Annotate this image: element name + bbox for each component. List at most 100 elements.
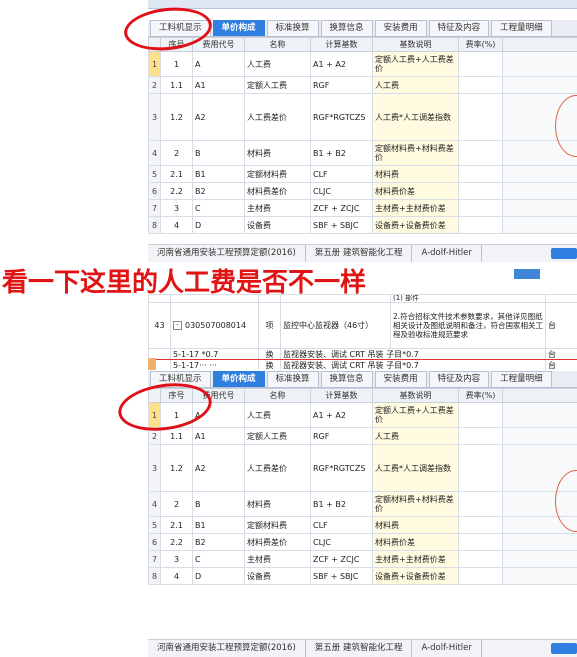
header-base[interactable]: 计算基数 [310, 37, 373, 52]
status-quota-lib[interactable]: 河南省通用安装工程预算定额(2016) [148, 640, 306, 657]
row-base[interactable]: CLJC [310, 533, 373, 551]
header-base[interactable]: 计算基数 [310, 388, 373, 403]
table-row[interactable]: 3 1.2 A2 人工费差价 RGF*RGTCZS 人工费*人工调差指数 [148, 93, 577, 141]
row-rate[interactable] [458, 182, 503, 200]
row-rate[interactable] [458, 491, 503, 517]
row-number[interactable]: 7 [148, 550, 161, 568]
row-extra[interactable] [502, 76, 577, 94]
row-seq[interactable]: 3 [160, 550, 193, 568]
row-extra[interactable] [502, 51, 577, 77]
row-name[interactable]: 材料费差价 [244, 533, 311, 551]
table-row[interactable]: 1 1 A 人工费 A1 + A2 定额人工费+人工费差价 [148, 51, 577, 77]
row-desc[interactable]: 材料费 [372, 165, 459, 183]
header-desc[interactable]: 基数说明 [372, 388, 459, 403]
table-row[interactable]: 5 2.1 B1 定额材料费 CLF 材料费 [148, 165, 577, 183]
header-name[interactable]: 名称 [244, 37, 311, 52]
row-code[interactable]: B2 [192, 182, 245, 200]
row-base[interactable]: B1 + B2 [310, 140, 373, 166]
table-row[interactable]: 5 2.1 B1 定额材料费 CLF 材料费 [148, 516, 577, 534]
list-item-main[interactable]: 43 -030507008014 项 监控中心监视器（46寸） 2.符合招标文件… [148, 302, 577, 349]
row-base[interactable]: SBF + SBJC [310, 567, 373, 585]
row-name[interactable]: 设备费 [244, 216, 311, 234]
table-row[interactable]: 2 1.1 A1 定额人工费 RGF 人工费 [148, 76, 577, 94]
row-name[interactable]: 主材费 [244, 550, 311, 568]
row-base[interactable]: RGF*RGTCZS [310, 93, 373, 141]
row-number[interactable]: 2 [148, 76, 161, 94]
row-name[interactable]: 材料费差价 [244, 182, 311, 200]
row-rate[interactable] [458, 93, 503, 141]
row-rate[interactable] [458, 51, 503, 77]
row-seq[interactable]: 2 [160, 140, 193, 166]
row-seq[interactable]: 2.1 [160, 165, 193, 183]
status-action-button[interactable] [551, 643, 577, 654]
status-volume[interactable]: 第五册 建筑智能化工程 [306, 245, 413, 262]
row-code[interactable]: A2 [192, 444, 245, 492]
row-code[interactable]: B [192, 491, 245, 517]
status-action-button[interactable] [551, 248, 577, 259]
row-base[interactable]: CLF [310, 165, 373, 183]
row-seq[interactable]: 2.1 [160, 516, 193, 534]
row-rate[interactable] [458, 427, 503, 445]
row-code[interactable]: A [192, 51, 245, 77]
row-seq[interactable]: 2.2 [160, 182, 193, 200]
tab-features[interactable]: 特征及内容 [428, 20, 490, 36]
tab-features[interactable]: 特征及内容 [428, 371, 490, 387]
tab-install-fees[interactable]: 安装费用 [374, 20, 427, 36]
row-extra[interactable] [502, 402, 577, 428]
row-name[interactable]: 主材费 [244, 199, 311, 217]
collapse-icon[interactable]: - [173, 321, 182, 330]
row-base[interactable]: B1 + B2 [310, 491, 373, 517]
row-desc[interactable]: 材料费价差 [372, 182, 459, 200]
row-seq[interactable]: 3 [160, 199, 193, 217]
table-row[interactable]: 7 3 C 主材费 ZCF + ZCJC 主材费+主材费价差 [148, 199, 577, 217]
row-desc[interactable]: 定额人工费+人工费差价 [372, 402, 459, 428]
row-base[interactable]: RGF [310, 76, 373, 94]
row-number[interactable]: 6 [148, 533, 161, 551]
row-base[interactable]: ZCF + ZCJC [310, 199, 373, 217]
row-name[interactable]: 定额材料费 [244, 165, 311, 183]
row-number[interactable]: 3 [148, 93, 161, 141]
row-base[interactable]: CLF [310, 516, 373, 534]
row-rate[interactable] [458, 533, 503, 551]
row-desc[interactable]: 人工费*人工调差指数 [372, 93, 459, 141]
row-name[interactable]: 人工费差价 [244, 444, 311, 492]
row-code[interactable]: B1 [192, 516, 245, 534]
row-base[interactable]: CLJC [310, 182, 373, 200]
row-rate[interactable] [458, 216, 503, 234]
row-number[interactable]: 4 [148, 491, 161, 517]
status-quota-lib[interactable]: 河南省通用安装工程预算定额(2016) [148, 245, 306, 262]
row-rate[interactable] [458, 199, 503, 217]
row-name[interactable]: 人工费差价 [244, 93, 311, 141]
row-name[interactable]: 设备费 [244, 567, 311, 585]
row-extra[interactable] [502, 199, 577, 217]
status-user[interactable]: A-dolf-Hitler [412, 640, 482, 657]
row-code[interactable]: D [192, 567, 245, 585]
row-name[interactable]: 定额人工费 [244, 76, 311, 94]
table-row[interactable]: 8 4 D 设备费 SBF + SBJC 设备费+设备费价差 [148, 567, 577, 585]
table-row[interactable]: 3 1.2 A2 人工费差价 RGF*RGTCZS 人工费*人工调差指数 [148, 444, 577, 492]
row-desc[interactable]: 定额材料费+材料费差价 [372, 140, 459, 166]
row-rate[interactable] [458, 140, 503, 166]
row-base[interactable]: ZCF + ZCJC [310, 550, 373, 568]
row-number[interactable]: 5 [148, 516, 161, 534]
tab-standard-conversion[interactable]: 标准换算 [266, 371, 319, 387]
row-seq[interactable]: 4 [160, 216, 193, 234]
row-seq[interactable]: 2.2 [160, 533, 193, 551]
table-row[interactable]: 6 2.2 B2 材料费差价 CLJC 材料费价差 [148, 182, 577, 200]
tab-unit-price[interactable]: 单价构成 [212, 371, 265, 387]
row-name[interactable]: 定额材料费 [244, 516, 311, 534]
table-row[interactable]: 4 2 B 材料费 B1 + B2 定额材料费+材料费差价 [148, 491, 577, 517]
row-desc[interactable]: 主材费+主材费价差 [372, 550, 459, 568]
table-row[interactable]: 4 2 B 材料费 B1 + B2 定额材料费+材料费差价 [148, 140, 577, 166]
row-code[interactable]: B [192, 140, 245, 166]
row-code[interactable]: A2 [192, 93, 245, 141]
row-code[interactable]: B1 [192, 165, 245, 183]
row-code[interactable]: A1 [192, 76, 245, 94]
tab-quantity-detail[interactable]: 工程量明细 [491, 371, 552, 387]
row-desc[interactable]: 人工费*人工调差指数 [372, 444, 459, 492]
row-base[interactable]: RGF*RGTCZS [310, 444, 373, 492]
row-seq[interactable]: 2 [160, 491, 193, 517]
row-desc[interactable]: 设备费+设备费价差 [372, 567, 459, 585]
status-volume[interactable]: 第五册 建筑智能化工程 [306, 640, 413, 657]
tab-install-fees[interactable]: 安装费用 [374, 371, 427, 387]
